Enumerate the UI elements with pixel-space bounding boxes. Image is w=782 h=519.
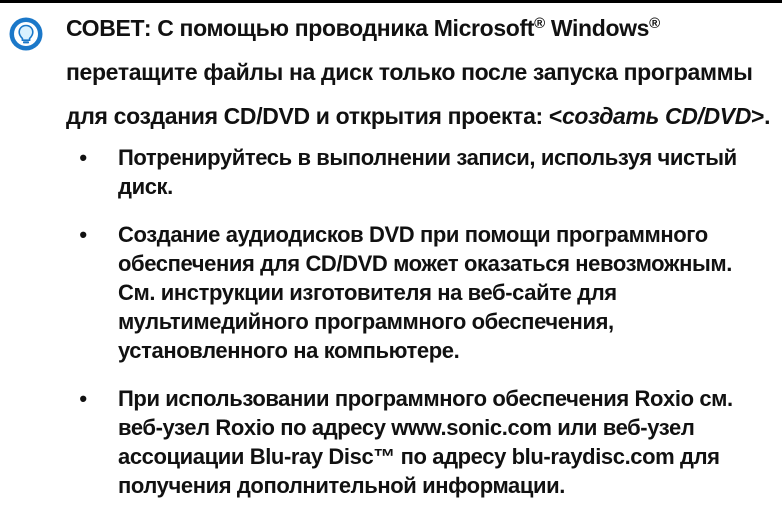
list-item-text: При использовании программного обеспечен… bbox=[118, 386, 733, 498]
list-item-text: Создание аудиодисков DVD при помощи прог… bbox=[118, 222, 732, 363]
list-item-text: Потренируйтесь в выполнении записи, испо… bbox=[118, 145, 737, 199]
tip-period: . bbox=[764, 103, 771, 129]
bullet-mark: • bbox=[79, 386, 87, 411]
lightbulb-tip-icon bbox=[9, 17, 43, 51]
tip-paragraph: СОВЕТ: С помощью проводника Microsoft® W… bbox=[66, 6, 776, 138]
registered-mark: ® bbox=[649, 15, 660, 32]
top-rule bbox=[0, 0, 782, 3]
bullet-mark: • bbox=[79, 222, 87, 247]
registered-mark: ® bbox=[534, 15, 545, 32]
tip-text-1: С помощью проводника Microsoft bbox=[151, 15, 535, 41]
list-item: • При использовании программного обеспеч… bbox=[0, 384, 782, 500]
list-item: • Создание аудиодисков DVD при помощи пр… bbox=[0, 220, 782, 365]
bullet-list: • Потренируйтесь в выполнении записи, ис… bbox=[0, 143, 782, 519]
placeholder-open: < bbox=[548, 103, 562, 129]
placeholder-close: > bbox=[751, 103, 765, 129]
bullet-mark: • bbox=[79, 145, 87, 170]
placeholder-text: создать CD/DVD bbox=[561, 103, 752, 129]
list-item: • Потренируйтесь в выполнении записи, ис… bbox=[0, 143, 782, 201]
tip-text-2: Windows bbox=[544, 15, 650, 41]
tip-label: СОВЕТ: bbox=[66, 15, 152, 41]
